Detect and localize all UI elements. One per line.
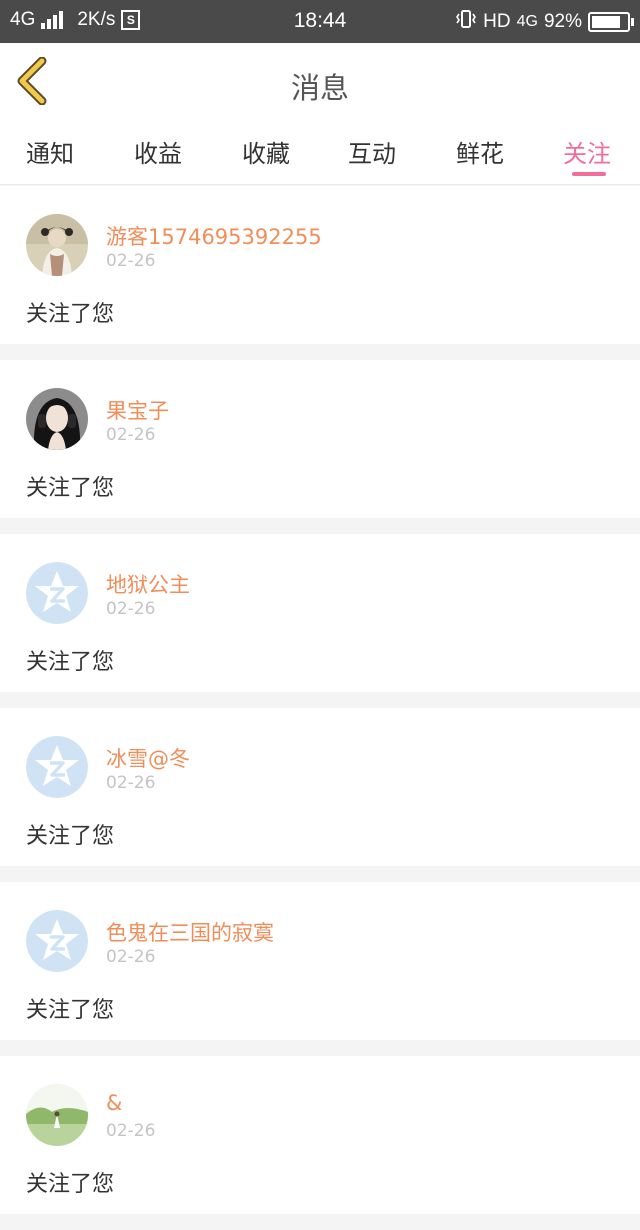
status-right: HD 4G 92% bbox=[455, 9, 634, 35]
timestamp: 02-26 bbox=[106, 425, 156, 445]
timestamp: 02-26 bbox=[106, 599, 156, 619]
qzone-star-placeholder-icon bbox=[26, 562, 88, 624]
status-bar: 4G 2K/s S 18:44 HD 4G 92% bbox=[0, 0, 640, 43]
tab-favorites[interactable]: 收藏 bbox=[242, 134, 290, 169]
battery-icon bbox=[588, 12, 634, 32]
active-tab-indicator bbox=[572, 172, 606, 176]
username-link[interactable]: & bbox=[106, 1091, 122, 1115]
timestamp: 02-26 bbox=[106, 251, 156, 271]
list-item: 果宝子 02-26 关注了您 bbox=[0, 360, 640, 518]
notification-text: 关注了您 bbox=[26, 650, 115, 675]
avatar[interactable] bbox=[26, 214, 88, 276]
qzone-star-placeholder-icon bbox=[26, 910, 88, 972]
avatar[interactable] bbox=[26, 910, 88, 972]
tab-income[interactable]: 收益 bbox=[134, 134, 182, 169]
notification-text: 关注了您 bbox=[26, 1172, 115, 1197]
notification-list: 游客1574695392255 02-26 关注了您 果宝子 02-26 关注了… bbox=[0, 186, 640, 1230]
username-link[interactable]: 游客1574695392255 bbox=[106, 221, 322, 251]
battery-fill bbox=[592, 16, 620, 28]
tab-interaction[interactable]: 互动 bbox=[348, 134, 396, 169]
tab-following[interactable]: 关注 bbox=[563, 134, 611, 169]
avatar[interactable] bbox=[26, 562, 88, 624]
notification-text: 关注了您 bbox=[26, 998, 115, 1023]
avatar[interactable] bbox=[26, 736, 88, 798]
list-item: & 02-26 关注了您 bbox=[0, 1056, 640, 1214]
list-item: 地狱公主 02-26 关注了您 bbox=[0, 534, 640, 692]
timestamp: 02-26 bbox=[106, 1121, 156, 1141]
battery-percent: 92% bbox=[543, 11, 582, 32]
tab-bar: 通知 收益 收藏 互动 鲜花 关注 bbox=[0, 121, 640, 185]
username-link[interactable]: 果宝子 bbox=[106, 395, 169, 425]
tab-flowers[interactable]: 鲜花 bbox=[456, 134, 504, 169]
chevron-left-icon bbox=[17, 56, 47, 106]
notification-text: 关注了您 bbox=[26, 476, 115, 501]
notification-text: 关注了您 bbox=[26, 824, 115, 849]
page-title: 消息 bbox=[290, 71, 349, 105]
vibrate-icon bbox=[455, 9, 477, 35]
timestamp: 02-26 bbox=[106, 947, 156, 967]
list-item: 冰雪@冬 02-26 关注了您 bbox=[0, 708, 640, 866]
network-type-right: 4G bbox=[516, 13, 538, 30]
app-header: 消息 bbox=[0, 43, 640, 122]
qzone-star-placeholder-icon bbox=[26, 736, 88, 798]
username-link[interactable]: 色鬼在三国的寂寞 bbox=[106, 917, 274, 947]
notification-text: 关注了您 bbox=[26, 302, 115, 327]
timestamp: 02-26 bbox=[106, 773, 156, 793]
list-item: 游客1574695392255 02-26 关注了您 bbox=[0, 186, 640, 344]
back-button[interactable] bbox=[14, 56, 54, 106]
avatar[interactable] bbox=[26, 388, 88, 450]
list-item: 色鬼在三国的寂寞 02-26 关注了您 bbox=[0, 882, 640, 1040]
username-link[interactable]: 冰雪@冬 bbox=[106, 743, 190, 773]
avatar[interactable] bbox=[26, 1084, 88, 1146]
username-link[interactable]: 地狱公主 bbox=[106, 569, 190, 599]
hd-indicator: HD bbox=[483, 11, 511, 32]
tab-notice[interactable]: 通知 bbox=[26, 134, 74, 169]
